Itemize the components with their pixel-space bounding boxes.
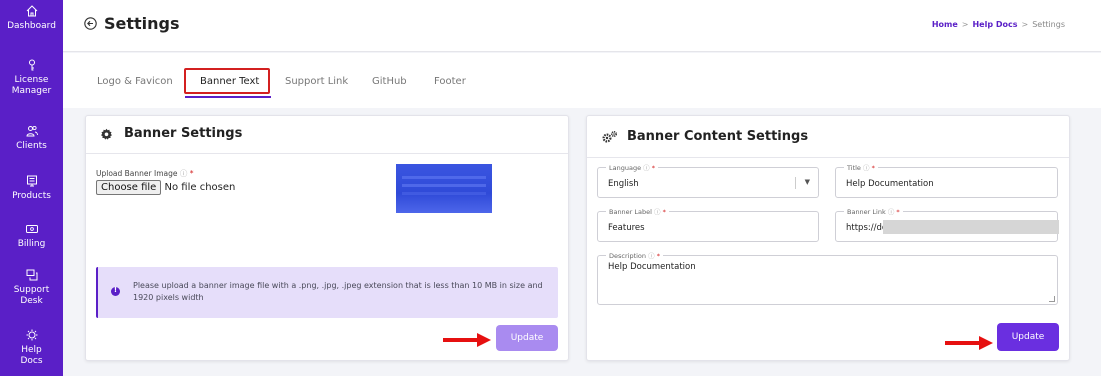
sidebar-item-label: Clients xyxy=(16,141,47,151)
banner-link-value: https://dc xyxy=(846,223,887,233)
field-label: Title ⓘ * xyxy=(844,162,878,172)
field-label: Language ⓘ * xyxy=(606,162,658,172)
banner-image-preview xyxy=(396,164,492,213)
info-alert: Please upload a banner image file with a… xyxy=(96,267,558,318)
back-arrow-icon[interactable] xyxy=(84,17,97,30)
tab-footer[interactable]: Footer xyxy=(434,76,466,87)
sidebar-item-label: License Manager xyxy=(11,75,52,96)
update-button[interactable]: Update xyxy=(997,323,1059,351)
sidebar-item-help-docs[interactable]: Help Docs xyxy=(0,328,63,367)
key-icon xyxy=(28,59,35,71)
field-label: Banner Link ⓘ * xyxy=(844,206,903,216)
help-icon: ⓘ xyxy=(179,169,188,178)
gear-icon xyxy=(101,128,112,140)
description-textarea[interactable]: Description ⓘ * Help Documentation xyxy=(597,250,1058,305)
select-divider xyxy=(795,177,796,189)
card-header: Banner Settings xyxy=(86,116,568,154)
language-value: English xyxy=(608,179,639,189)
sidebar-item-label: Support Desk xyxy=(13,285,50,306)
billing-icon xyxy=(25,225,38,233)
update-button[interactable]: Update xyxy=(496,325,558,351)
file-input[interactable]: Choose file No file chosen xyxy=(96,180,235,195)
chevron-down-icon[interactable]: ▼ xyxy=(805,178,810,186)
title-field[interactable]: Title ⓘ * Help Documentation xyxy=(835,162,1058,198)
breadcrumb-separator: > xyxy=(1021,20,1029,29)
language-select[interactable]: Language ⓘ * English ▼ xyxy=(597,162,819,198)
sidebar-item-label: Products xyxy=(12,191,51,201)
field-label: Banner Label ⓘ * xyxy=(606,206,669,216)
upload-banner-label: Upload Banner Image ⓘ * xyxy=(96,169,194,178)
banner-content-settings-card: Banner Content Settings Language ⓘ * Eng… xyxy=(586,115,1070,361)
sidebar-item-license-manager[interactable]: License Manager xyxy=(0,58,63,97)
home-icon xyxy=(26,5,37,17)
page-title: Settings xyxy=(104,14,180,33)
sidebar-item-billing[interactable]: Billing xyxy=(0,222,63,250)
title-value: Help Documentation xyxy=(846,179,934,189)
main-content: Settings Home > Help Docs > Settings Logo & … xyxy=(63,0,1101,376)
products-icon xyxy=(26,175,37,187)
tab-support-link[interactable]: Support Link xyxy=(285,76,348,87)
sidebar-item-support-desk[interactable]: Support Desk xyxy=(0,268,63,307)
tab-highlight-box xyxy=(184,68,270,94)
sidebar: Dashboard License Manager Clients Product… xyxy=(0,0,63,376)
sidebar-item-products[interactable]: Products xyxy=(0,174,63,202)
sidebar-item-label: Billing xyxy=(17,239,46,249)
red-arrow-icon xyxy=(443,333,491,347)
help-docs-icon xyxy=(26,329,37,341)
users-icon xyxy=(25,125,38,137)
choose-file-button[interactable]: Choose file xyxy=(96,180,162,195)
sidebar-item-label: Help Docs xyxy=(20,345,43,366)
card-header: Banner Content Settings xyxy=(587,116,1069,158)
file-status: No file chosen xyxy=(164,182,236,193)
breadcrumb-current: Settings xyxy=(1032,20,1065,29)
banner-link-field[interactable]: Banner Link ⓘ * https://dc xyxy=(835,206,1059,242)
breadcrumb-home[interactable]: Home xyxy=(932,20,958,29)
banner-label-field[interactable]: Banner Label ⓘ * Features xyxy=(597,206,819,242)
red-arrow-icon xyxy=(945,336,993,350)
tab-logo-favicon[interactable]: Logo & Favicon xyxy=(97,76,173,87)
redacted-overlay xyxy=(883,220,1059,234)
sidebar-item-dashboard[interactable]: Dashboard xyxy=(0,4,63,32)
sidebar-item-label: Dashboard xyxy=(7,21,56,31)
support-icon xyxy=(26,269,37,281)
active-tab-indicator xyxy=(185,96,271,98)
gears-icon xyxy=(602,130,618,143)
description-value: Help Documentation xyxy=(608,262,696,272)
tabs-bar: Logo & Favicon Banner Text Support Link … xyxy=(63,53,1101,108)
breadcrumb-help-docs[interactable]: Help Docs xyxy=(972,20,1017,29)
info-alert-text: Please upload a banner image file with a… xyxy=(133,281,543,302)
info-icon xyxy=(111,286,120,296)
sidebar-item-clients[interactable]: Clients xyxy=(0,124,63,152)
card-title: Banner Content Settings xyxy=(627,129,809,144)
header: Settings Home > Help Docs > Settings xyxy=(63,0,1101,52)
banner-label-value: Features xyxy=(608,223,645,233)
banner-settings-card: Banner Settings Upload Banner Image ⓘ * … xyxy=(85,115,569,361)
card-title: Banner Settings xyxy=(124,126,243,141)
breadcrumb: Home > Help Docs > Settings xyxy=(932,20,1065,29)
field-label: Description ⓘ * xyxy=(606,250,663,260)
tab-github[interactable]: GitHub xyxy=(372,76,407,87)
resize-handle[interactable] xyxy=(1049,296,1055,302)
breadcrumb-separator: > xyxy=(961,20,969,29)
